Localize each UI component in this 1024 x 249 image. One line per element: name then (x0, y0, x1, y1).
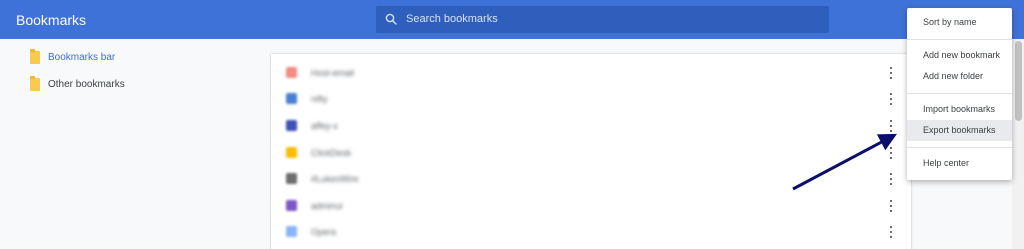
menu-item-label: Add new bookmark (923, 50, 1001, 60)
sidebar-item-label: Other bookmarks (48, 79, 125, 90)
menu-item-label: Help center (923, 158, 970, 168)
menu-item-export-bookmarks[interactable]: Export bookmarks (907, 120, 1012, 141)
organize-menu: Sort by name Add new bookmark Add new fo… (907, 8, 1012, 180)
more-options-icon[interactable] (888, 200, 894, 213)
favicon-icon (286, 120, 297, 131)
search-placeholder: Search bookmarks (406, 13, 498, 25)
app-header: Bookmarks Search bookmarks (0, 0, 1024, 39)
menu-item-add-new-bookmark[interactable]: Add new bookmark (907, 45, 1012, 66)
favicon-icon (286, 93, 297, 104)
favicon-icon (286, 200, 297, 211)
favicon-icon (286, 147, 297, 158)
search-icon (385, 13, 397, 25)
bookmark-row[interactable]: adminui (271, 193, 911, 220)
bookmark-list: Host-email nifty affey-x ClickDesk #Luke… (271, 54, 911, 249)
bookmark-row[interactable]: #LukesWire (271, 166, 911, 193)
menu-item-label: Import bookmarks (923, 104, 996, 114)
bookmark-row[interactable]: Host-email (271, 60, 911, 87)
menu-item-label: Add new folder (923, 71, 984, 81)
page-title: Bookmarks (16, 12, 87, 28)
scrollbar-thumb[interactable] (1015, 41, 1022, 121)
bookmark-title: adminui (311, 201, 343, 211)
scrollbar[interactable] (1012, 39, 1024, 249)
sidebar-item-label: Bookmarks bar (48, 52, 116, 63)
menu-item-import-bookmarks[interactable]: Import bookmarks (907, 99, 1012, 120)
search-input[interactable]: Search bookmarks (376, 6, 829, 33)
bookmark-row[interactable]: affey-x (271, 113, 911, 140)
menu-item-help-center[interactable]: Help center (907, 153, 1012, 174)
more-options-icon[interactable] (888, 120, 894, 133)
folder-icon (30, 76, 40, 91)
menu-divider (907, 93, 1012, 94)
menu-divider (907, 147, 1012, 148)
bookmark-title: affey-x (311, 121, 338, 131)
menu-item-label: Export bookmarks (923, 125, 996, 135)
bookmark-title: nifty (311, 94, 328, 104)
bookmark-row[interactable]: Opera (271, 219, 911, 246)
favicon-icon (286, 173, 297, 184)
folder-icon (30, 49, 40, 64)
bookmark-title: Host-email (311, 68, 355, 78)
more-options-icon[interactable] (888, 93, 894, 106)
bookmark-title: #LukesWire (311, 174, 359, 184)
favicon-icon (286, 67, 297, 78)
menu-item-sort-by-name[interactable]: Sort by name (907, 12, 1012, 33)
bookmark-title: ClickDesk (311, 148, 352, 158)
bookmark-title: Opera (311, 227, 337, 237)
bookmark-row[interactable]: nifty (271, 86, 911, 113)
bookmark-row[interactable]: ClickDesk (271, 140, 911, 167)
more-options-icon[interactable] (888, 67, 894, 80)
more-options-icon[interactable] (888, 226, 894, 239)
menu-item-add-new-folder[interactable]: Add new folder (907, 66, 1012, 87)
menu-divider (907, 39, 1012, 40)
more-options-icon[interactable] (888, 147, 894, 160)
more-options-icon[interactable] (888, 173, 894, 186)
favicon-icon (286, 226, 297, 237)
menu-item-label: Sort by name (923, 17, 977, 27)
